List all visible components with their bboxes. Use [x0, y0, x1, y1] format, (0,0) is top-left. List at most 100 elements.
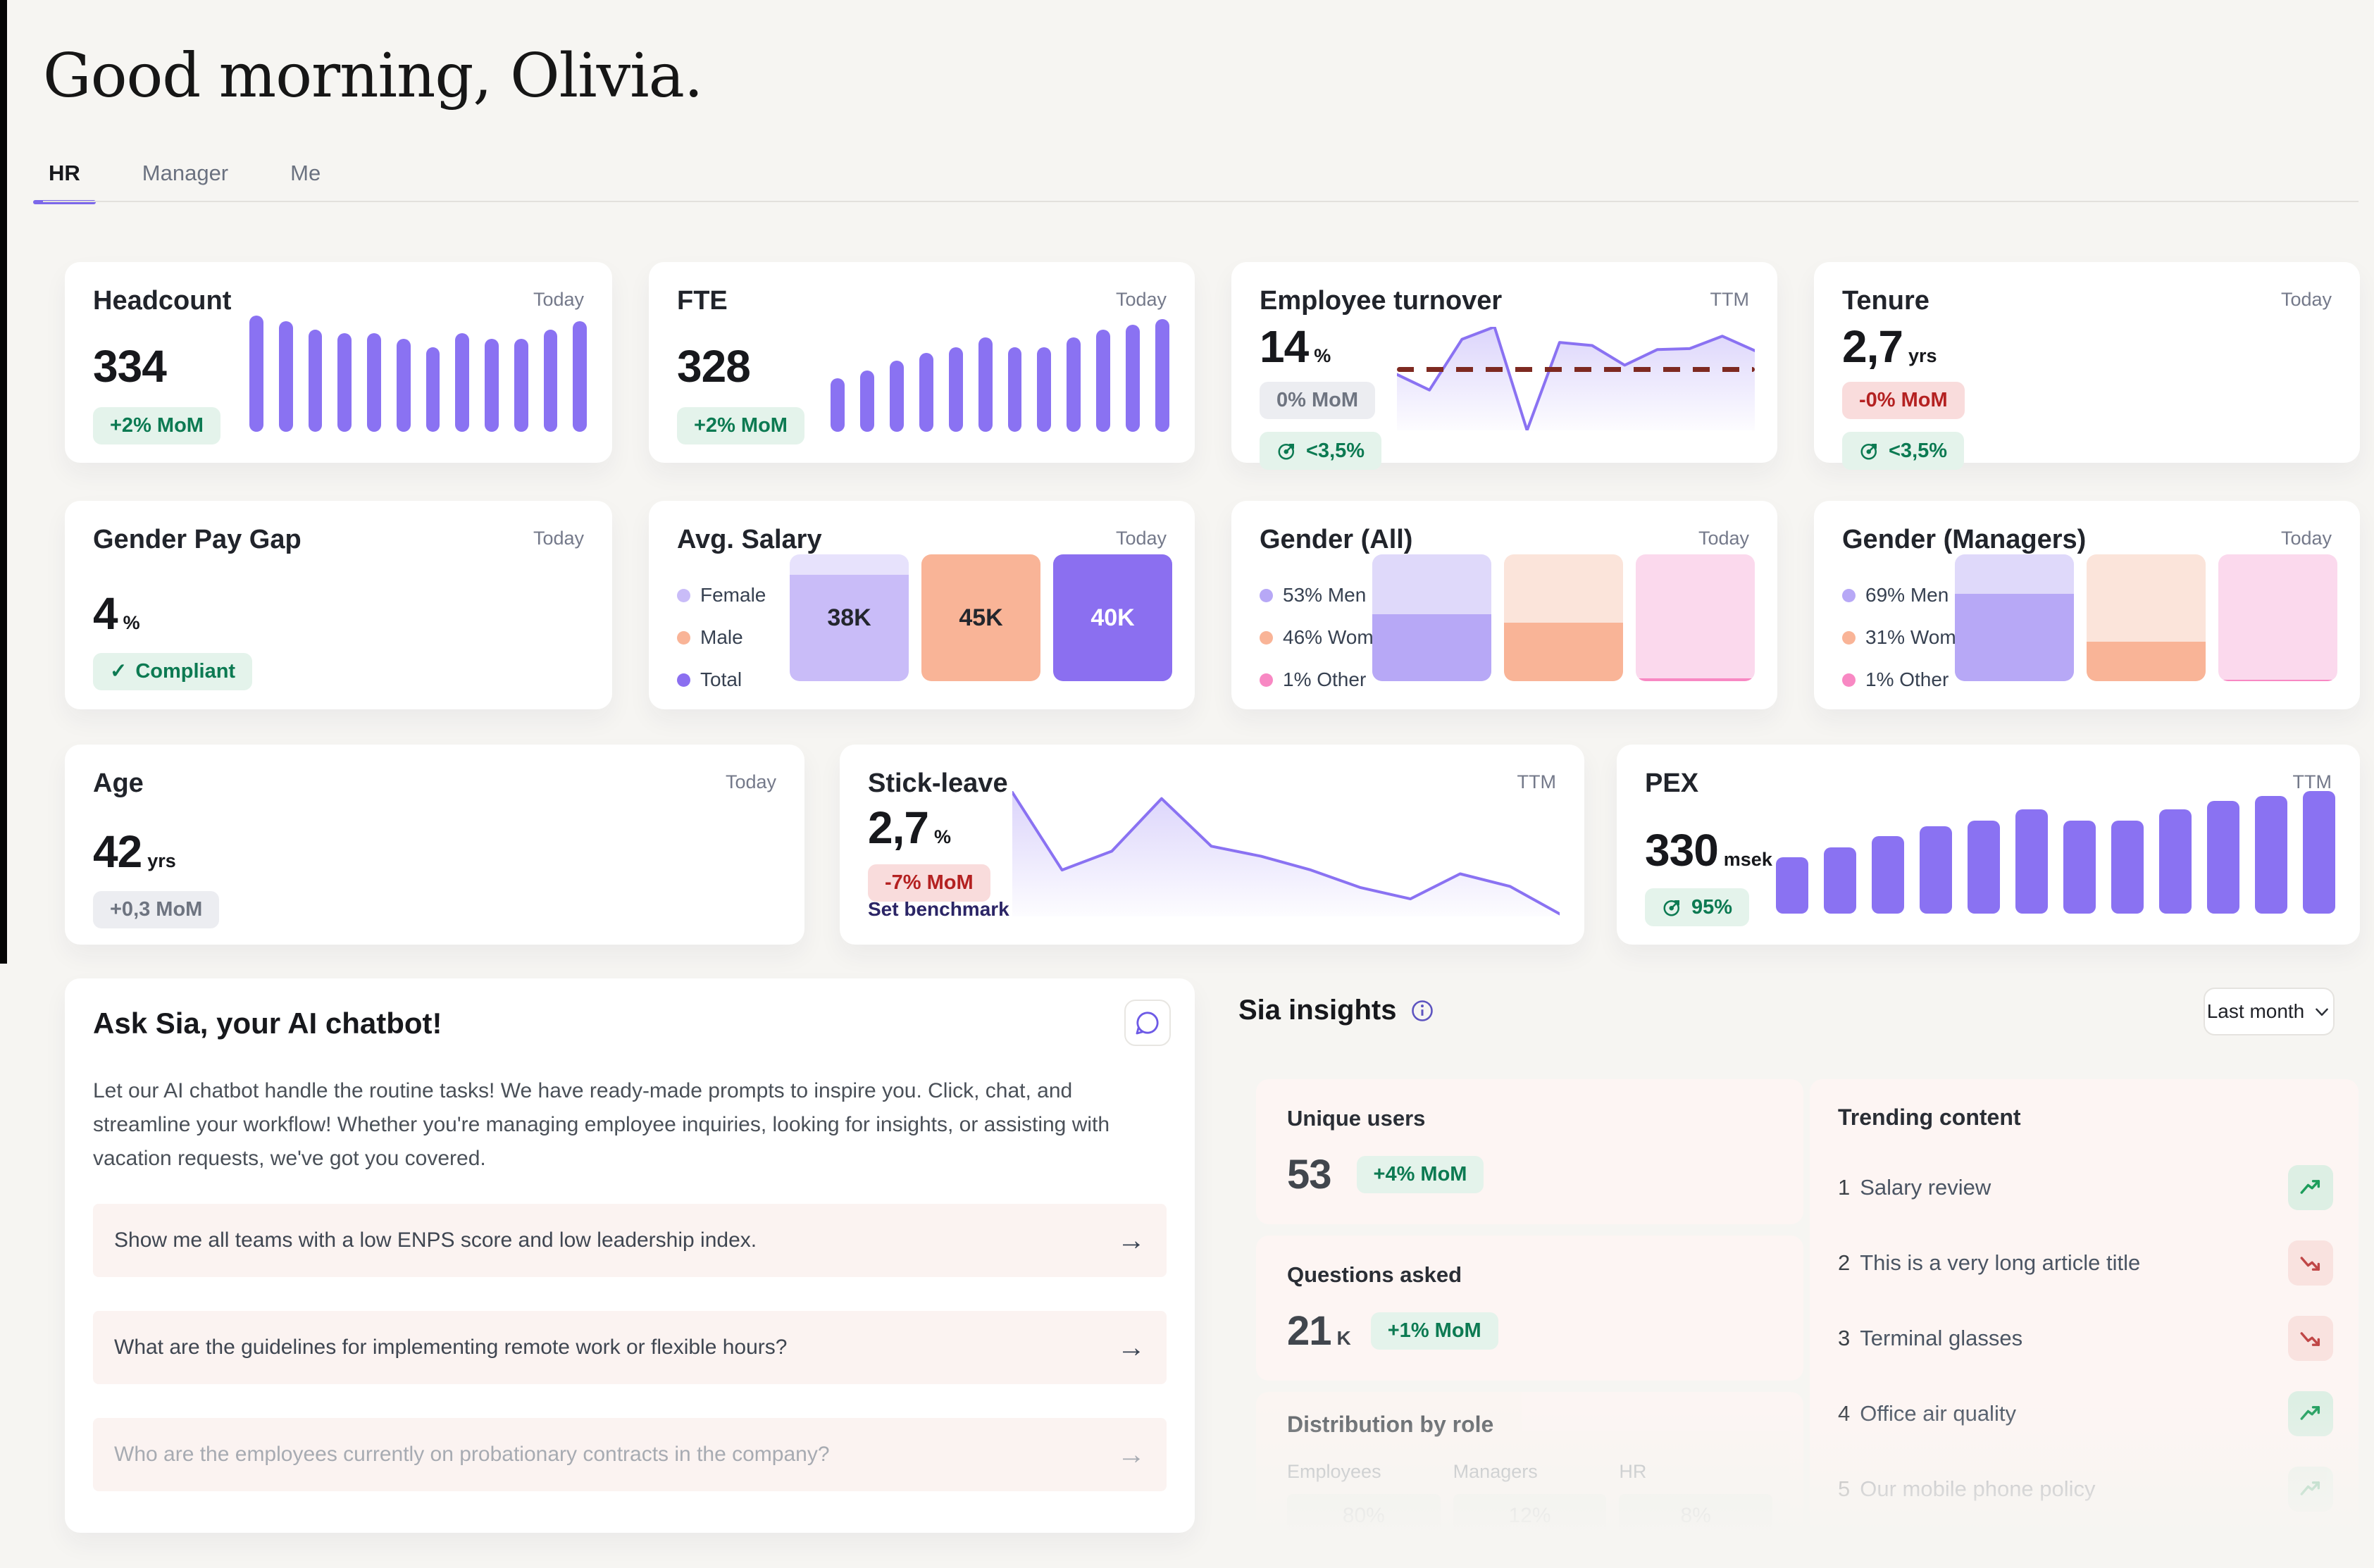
trending-list: 1Salary review 2This is a very long artic… [1838, 1150, 2333, 1526]
card-title: Gender Pay Gap [93, 525, 302, 555]
trending-item[interactable]: 3Terminal glasses [1838, 1300, 2333, 1376]
card-stick-leave: Stick-leave TTM 2,7% -7% MoM Set benchma… [840, 745, 1584, 945]
bar [1968, 821, 2000, 914]
set-benchmark-link[interactable]: Set benchmark [868, 898, 1009, 921]
card-headcount: Headcount Today 334 +2% MoM [65, 262, 612, 463]
trending-item[interactable]: 2This is a very long article title [1838, 1225, 2333, 1300]
hr-dashboard: Good morning, Olivia. HR Manager Me Headco… [0, 0, 2374, 1568]
period-label: Today [1698, 528, 1749, 549]
tab-me[interactable]: Me [285, 161, 326, 204]
trending-text: 5Our mobile phone policy [1838, 1476, 2096, 1502]
distribution-roles: Employees80%Managers12%HR8% [1287, 1461, 1772, 1538]
bar [949, 347, 963, 432]
prompt-row[interactable]: Who are the employees currently on proba… [93, 1418, 1167, 1491]
compliant-badge: ✓ Compliant [93, 653, 252, 690]
salary-column: 40K [1053, 554, 1172, 681]
mom-badge: -0% MoM [1842, 382, 1965, 419]
trending-item[interactable]: 1Salary review [1838, 1150, 2333, 1225]
bar [367, 333, 381, 432]
bar [2255, 796, 2287, 914]
card-title: FTE [677, 286, 728, 316]
target-icon [1276, 440, 1298, 461]
gender-column [1504, 554, 1623, 681]
gender-column [1636, 554, 1755, 681]
trending-title: Trending content [1838, 1105, 2021, 1131]
legend-dot-icon [1842, 631, 1856, 645]
page-title: Good morning, Olivia. [43, 41, 702, 111]
bar [573, 321, 587, 432]
card-pex: PEX TTM 330msek 95% [1617, 745, 2360, 945]
bar [890, 361, 904, 432]
tab-hr[interactable]: HR [43, 161, 86, 204]
unique-users-value: 53 [1287, 1151, 1337, 1198]
legend-label: 1% Other [1283, 668, 1366, 691]
salary-columns: 38K45K40K [790, 554, 1172, 681]
trending-content-panel: Trending content 1Salary review 2This is … [1810, 1079, 2359, 1547]
bar [1067, 337, 1081, 432]
period-label: TTM [1710, 289, 1749, 311]
fte-bar-chart [831, 316, 1169, 432]
bar [978, 337, 993, 432]
card-fte: FTE Today 328 +2% MoM [649, 262, 1195, 463]
bar [1037, 347, 1051, 432]
sia-insights-label: Sia insights [1238, 995, 1397, 1026]
role-column: Employees80% [1287, 1461, 1441, 1538]
gender-fill [1955, 594, 2074, 681]
bar [1824, 847, 1856, 914]
bar [1126, 325, 1140, 432]
card-gender-managers: Gender (Managers) Today 69% Men31% Women… [1814, 501, 2360, 709]
info-icon[interactable] [1410, 998, 1435, 1023]
prompt-list: Show me all teams with a low ENPS score … [93, 1204, 1167, 1491]
bar [1096, 330, 1110, 432]
questions-asked-panel: Questions asked 21K +1% MoM [1256, 1236, 1803, 1381]
bar [831, 378, 845, 432]
trending-title-text: This is a very long article title [1860, 1250, 2140, 1276]
turnover-value: 14% [1260, 324, 1331, 369]
legend-dot-icon [1260, 631, 1273, 645]
goal-badge: 95% [1645, 888, 1749, 926]
bar [1776, 857, 1808, 914]
pex-value: 330msek [1645, 828, 1772, 873]
legend-label: Female [700, 584, 766, 606]
trend-down-icon [2288, 1240, 2333, 1286]
period-label: Today [1116, 289, 1167, 311]
card-title: Avg. Salary [677, 525, 822, 555]
benchmark-line [1397, 367, 1755, 372]
tab-manager[interactable]: Manager [137, 161, 234, 204]
mom-badge: 0% MoM [1260, 382, 1375, 419]
trending-item[interactable]: 4Office air quality [1838, 1376, 2333, 1451]
legend-label: 53% Men [1283, 584, 1366, 606]
time-range-dropdown[interactable]: Last month [2204, 988, 2335, 1035]
role-label: HR [1619, 1461, 1772, 1483]
arrow-right-icon: → [1117, 1225, 1145, 1257]
trending-text: 1Salary review [1838, 1175, 1991, 1200]
trending-title-text: Terminal glasses [1860, 1326, 2022, 1351]
bar [485, 339, 499, 432]
role-value-pill: 80% [1287, 1494, 1441, 1538]
gender-column [1372, 554, 1491, 681]
unique-users-panel: Unique users 53 +4% MoM [1256, 1079, 1803, 1224]
period-label: Today [2281, 289, 2332, 311]
bar [544, 330, 558, 432]
mom-badge: +0,3 MoM [93, 891, 219, 928]
prompt-row[interactable]: Show me all teams with a low ENPS score … [93, 1204, 1167, 1277]
bar [2063, 821, 2096, 914]
legend-label: 1% Other [1865, 668, 1949, 691]
chat-bubble-icon [1133, 1009, 1162, 1037]
questions-asked-value: 21K [1287, 1307, 1351, 1355]
stat-label: Unique users [1287, 1106, 1425, 1131]
gender-fill [1372, 614, 1491, 681]
period-label: Today [533, 289, 584, 311]
card-title: Age [93, 769, 144, 799]
gender-fill [2087, 642, 2206, 681]
gender-column [2087, 554, 2206, 681]
trending-item[interactable]: 5Our mobile phone policy [1838, 1451, 2333, 1526]
bar [1155, 319, 1169, 432]
trending-rank: 4 [1838, 1401, 1850, 1426]
goal-badge: <3,5% [1260, 432, 1381, 470]
role-value-pill: 12% [1453, 1494, 1607, 1538]
prompt-row[interactable]: What are the guidelines for implementing… [93, 1311, 1167, 1384]
gender-fill [1636, 678, 1755, 681]
bar [860, 371, 874, 432]
open-chatbot-button[interactable] [1124, 1000, 1171, 1046]
